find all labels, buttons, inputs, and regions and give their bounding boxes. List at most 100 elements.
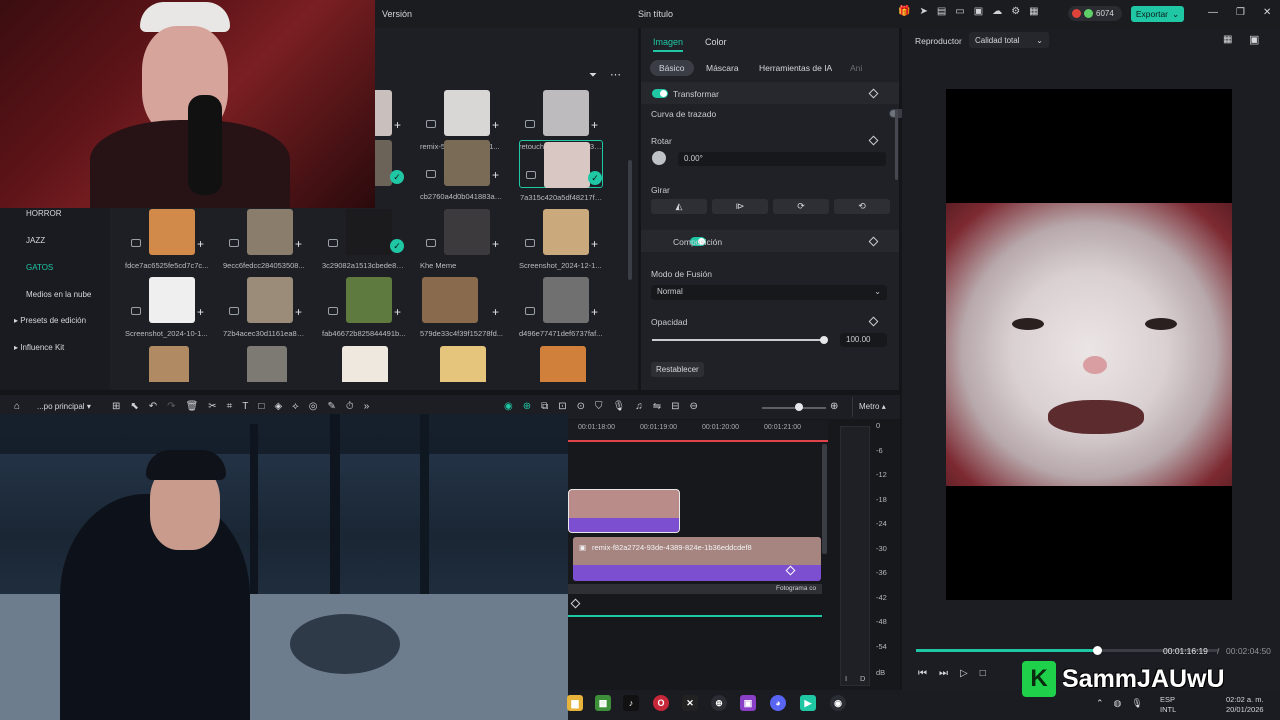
minecraft-icon[interactable]: ▩ — [595, 695, 611, 711]
render-icon[interactable]: ⊙ — [577, 401, 585, 412]
obs-icon[interactable]: ◉ — [830, 695, 846, 711]
shape-icon[interactable]: □ — [258, 401, 264, 412]
media-item[interactable]: +579de33c4f39f15278fd... — [420, 277, 504, 345]
app-icon[interactable]: ▣ — [740, 695, 756, 711]
audio-icon[interactable]: ♫ — [635, 401, 643, 412]
subtab-animation[interactable]: Ani — [850, 63, 862, 73]
add-icon[interactable]: + — [492, 168, 499, 182]
speed-icon[interactable]: ⏱ — [346, 401, 354, 412]
add-icon[interactable]: + — [394, 118, 401, 132]
folder-icon[interactable]: ▆ — [567, 695, 583, 711]
sidebar-item-jazz[interactable]: JAZZ — [26, 236, 45, 245]
rotate-dial[interactable] — [652, 151, 666, 165]
media-item[interactable]: + d496e77471def6737faf... — [519, 277, 603, 345]
zoom-slider[interactable] — [762, 407, 826, 409]
add-icon[interactable]: + — [295, 305, 302, 319]
timeline-clip-selected[interactable] — [568, 489, 680, 533]
subtab-ai-tools[interactable]: Herramientas de IA — [759, 63, 832, 73]
snapshot-icon[interactable]: ▣ — [1249, 33, 1259, 46]
play-icon[interactable]: ▷ — [960, 668, 968, 679]
mask-icon[interactable]: ◈ — [274, 401, 282, 412]
grid-icon[interactable]: ▦ — [1029, 6, 1038, 17]
sequence-select[interactable]: ...po principal ▾ — [37, 402, 91, 411]
reset-button[interactable]: Restablecer — [651, 362, 704, 377]
menu-version[interactable]: Versión — [382, 9, 412, 19]
quality-select[interactable]: Calidad total ⌄ — [969, 32, 1049, 48]
add-icon[interactable]: + — [492, 237, 499, 251]
cloud-icon[interactable]: ☁ — [992, 6, 1002, 17]
media-item[interactable]: + Screenshot_2024-10-1... — [125, 277, 209, 345]
filmora-icon[interactable]: ▶ — [800, 695, 816, 711]
shield-icon[interactable]: ⛉ — [595, 401, 603, 412]
cut-icon[interactable]: ✂ — [208, 401, 216, 412]
crop-icon[interactable]: ⌗ — [227, 401, 233, 412]
effects-icon[interactable]: ⟡ — [292, 401, 299, 412]
opacity-input[interactable]: 100.00 — [840, 333, 887, 347]
add-icon[interactable]: + — [394, 305, 401, 319]
color-icon[interactable]: ◎ — [309, 401, 318, 412]
add-icon[interactable]: + — [492, 118, 499, 132]
add-icon[interactable]: + — [295, 237, 302, 251]
microphone-icon[interactable]: 🎙 — [613, 401, 626, 412]
link-icon[interactable]: ⊡ — [558, 401, 566, 412]
settings-icon[interactable]: ⚙ — [1011, 6, 1020, 17]
media-item[interactable]: +9ecc6fedcc284053508... — [223, 209, 307, 277]
media-item[interactable]: + fdce7ac6525fe5cd7c7c... — [125, 209, 209, 277]
credits-badge[interactable]: 6074 — [1068, 6, 1122, 21]
keyframe-diamond-icon[interactable] — [785, 565, 796, 576]
media-item[interactable]: + Khe Meme — [420, 209, 504, 277]
home-icon[interactable]: ⌂ — [14, 401, 20, 412]
add-icon[interactable]: + — [591, 118, 598, 132]
gift-icon[interactable]: 🎁 — [898, 6, 910, 17]
add-icon[interactable]: + — [492, 305, 499, 319]
more-tools-icon[interactable]: » — [364, 401, 370, 412]
inspector-scrollbar[interactable] — [895, 110, 898, 180]
grid-view-icon[interactable]: ▦ — [1223, 34, 1232, 45]
sidebar-item-cloud-media[interactable]: Medios en la nube — [26, 290, 91, 299]
tab-imagen[interactable]: Imagen — [653, 37, 683, 47]
add-icon[interactable]: + — [591, 305, 598, 319]
media-item[interactable]: + cb2760a4d0b041883a1... — [420, 140, 504, 208]
tiktok-icon[interactable]: ♪ — [623, 695, 639, 711]
media-item[interactable]: + fab46672b825844491b... — [322, 277, 406, 345]
add-icon[interactable]: + — [591, 237, 598, 251]
maximize-icon[interactable]: ❐ — [1236, 7, 1245, 18]
edit-icon[interactable]: ✎ — [328, 401, 336, 412]
opacity-slider-track[interactable] — [652, 339, 824, 341]
rotate-left-icon[interactable]: ⟲ — [834, 199, 890, 214]
sidebar-item-influence-kit[interactable]: ▸ Influence Kit — [14, 343, 64, 352]
timeline-clip-main[interactable]: ▣ remix-f82a2724-93de-4389-824e-1b36eddc… — [573, 537, 821, 581]
delete-icon[interactable]: 🗑 — [186, 401, 199, 412]
sidebar-item-edit-presets[interactable]: ▸ Presets de edición — [14, 316, 86, 325]
grid-icon[interactable]: ⊞ — [112, 401, 120, 412]
close-icon[interactable]: ✕ — [1263, 7, 1271, 18]
select-icon[interactable]: ⬉ — [130, 401, 138, 412]
next-frame-icon[interactable]: ⏭ — [939, 668, 948, 679]
media-item[interactable]: + Screenshot_2024-12-1... — [519, 209, 603, 277]
capcut-icon[interactable]: ✕ — [682, 695, 698, 711]
rotate-right-icon[interactable]: ⟳ — [773, 199, 829, 214]
clipboard-icon[interactable]: ▤ — [937, 6, 946, 17]
replace-icon[interactable]: ⇋ — [653, 401, 661, 412]
export-button[interactable]: Exportar ⌄ — [1131, 6, 1184, 22]
subtab-mascara[interactable]: Máscara — [706, 63, 739, 73]
layout-icon[interactable]: ▭ — [955, 6, 964, 17]
add-icon[interactable]: + — [197, 237, 204, 251]
send-icon[interactable]: ➤ — [919, 6, 927, 17]
magnet-icon[interactable]: ◉ — [504, 401, 513, 412]
filter-icon[interactable]: ⏷ — [589, 70, 597, 81]
text-icon[interactable]: T — [242, 401, 248, 412]
previous-frame-icon[interactable]: ⏮ — [918, 668, 927, 679]
stop-icon[interactable]: □ — [980, 668, 986, 679]
zoom-in-icon[interactable]: ⊕ — [830, 401, 838, 412]
meter-toggle[interactable]: Metro ▴ — [852, 397, 892, 417]
media-scrollbar[interactable] — [628, 160, 632, 280]
rotate-input[interactable]: 0.00° — [678, 152, 886, 166]
blend-mode-select[interactable]: Normal ⌄ — [651, 285, 887, 300]
timeline-scrollbar[interactable] — [822, 444, 827, 554]
media-item-selected[interactable]: ✓ 7a315c420a5df48217f1... — [519, 140, 604, 202]
fit-icon[interactable]: ⊟ — [671, 401, 679, 412]
add-icon[interactable]: + — [197, 305, 204, 319]
save-icon[interactable]: ▣ — [974, 6, 983, 17]
tab-color[interactable]: Color — [705, 37, 727, 47]
